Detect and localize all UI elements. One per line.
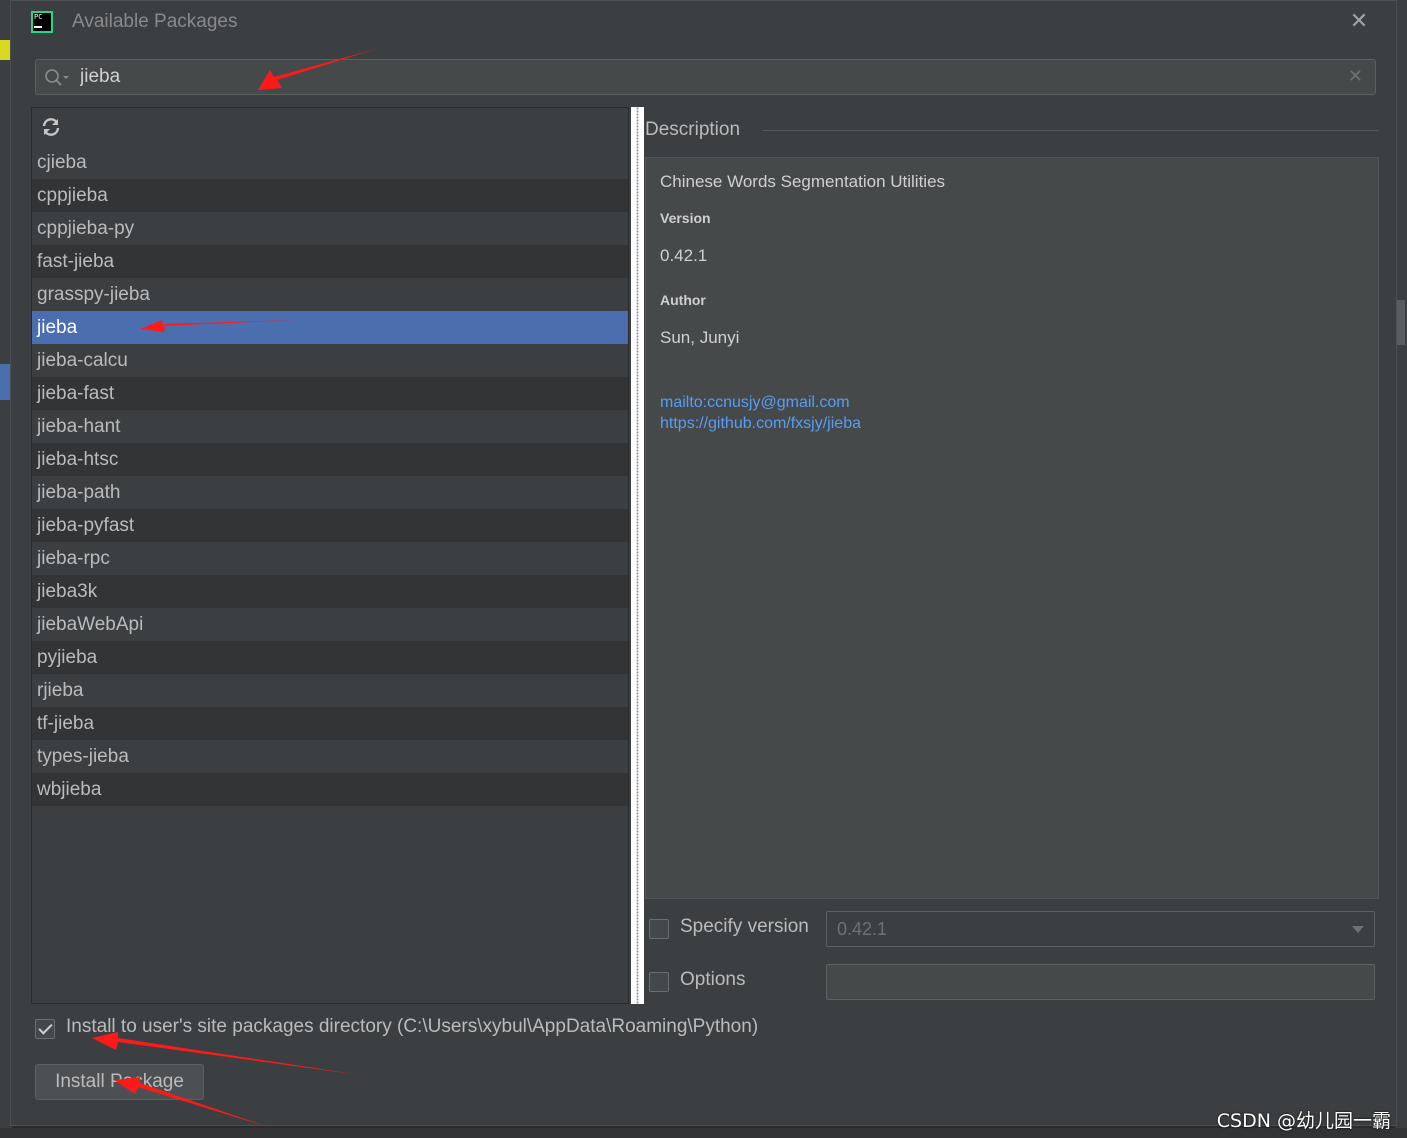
- package-item[interactable]: jieba-rpc: [32, 542, 628, 575]
- package-item[interactable]: jieba-hant: [32, 410, 628, 443]
- options-input[interactable]: [826, 964, 1375, 1000]
- ide-selected-item: [0, 364, 10, 400]
- package-item[interactable]: jieba-pyfast: [32, 509, 628, 542]
- package-item[interactable]: rjieba: [32, 674, 628, 707]
- homepage-link[interactable]: https://github.com/fxsjy/jieba: [660, 413, 1364, 434]
- package-list-panel: cjieba cppjieba cppjieba-py fast-jieba grass…: [31, 107, 629, 1004]
- package-summary: Chinese Words Segmentation Utilities: [660, 172, 946, 191]
- dialog-titlebar: PC Available Packages ✕: [11, 1, 1396, 45]
- package-item[interactable]: fast-jieba: [32, 245, 628, 278]
- csdn-watermark: CSDN @幼儿园一霸: [1216, 1110, 1391, 1132]
- package-links: mailto:ccnusjy@gmail.com https://github.…: [660, 392, 1364, 434]
- package-item[interactable]: types-jieba: [32, 740, 628, 773]
- install-user-checkbox[interactable]: [35, 1019, 55, 1039]
- install-package-label: Install Package: [55, 1071, 184, 1092]
- package-item[interactable]: jieba3k: [32, 575, 628, 608]
- package-item[interactable]: jieba-calcu: [32, 344, 628, 377]
- ide-scrollbar-thumb: [1397, 300, 1405, 345]
- app-icon-text: PC: [34, 13, 43, 21]
- background-ide-statusbar: [0, 1128, 1407, 1138]
- author-heading: Author: [660, 292, 706, 308]
- package-item[interactable]: cppjieba-py: [32, 212, 628, 245]
- author-value: Sun, Junyi: [660, 328, 740, 347]
- install-user-label: Install to user's site packages director…: [66, 1016, 759, 1037]
- available-packages-dialog: PC Available Packages ✕ ✕ cjiebacppjieba…: [10, 0, 1397, 1126]
- package-item[interactable]: jiebaWebApi: [32, 608, 628, 641]
- pycharm-icon: PC: [31, 11, 53, 33]
- chevron-down-icon: [1352, 926, 1364, 933]
- version-dropdown-value: 0.42.1: [837, 919, 888, 939]
- package-item[interactable]: cjieba: [32, 146, 628, 179]
- search-input[interactable]: [80, 63, 1330, 91]
- package-item[interactable]: wbjieba: [32, 773, 628, 806]
- description-label: Description: [645, 119, 741, 140]
- version-heading: Version: [660, 210, 711, 226]
- package-item[interactable]: jieba: [32, 311, 628, 344]
- package-list-toolbar: [32, 108, 628, 146]
- package-list: cjieba cppjieba cppjieba-py fast-jieba grass…: [32, 146, 628, 806]
- package-item[interactable]: pyjieba: [32, 641, 628, 674]
- specify-version-label: Specify version: [680, 916, 809, 937]
- options-checkbox[interactable]: [649, 972, 669, 992]
- dialog-title: Available Packages: [72, 11, 238, 32]
- ide-project-icon: [0, 40, 10, 60]
- version-value: 0.42.1: [660, 246, 708, 265]
- package-item[interactable]: grasspy-jieba: [32, 278, 628, 311]
- refresh-icon[interactable]: [40, 116, 62, 138]
- description-separator: [763, 130, 1379, 131]
- package-item[interactable]: jieba-htsc: [32, 443, 628, 476]
- options-label: Options: [680, 969, 746, 990]
- package-item[interactable]: jieba-fast: [32, 377, 628, 410]
- package-search-field[interactable]: ✕: [35, 59, 1376, 95]
- close-icon[interactable]: ✕: [1346, 9, 1372, 35]
- search-icon[interactable]: [44, 67, 70, 87]
- email-link[interactable]: mailto:ccnusjy@gmail.com: [660, 392, 1364, 413]
- specify-version-checkbox[interactable]: [649, 919, 669, 939]
- package-item[interactable]: tf-jieba: [32, 707, 628, 740]
- package-item[interactable]: cppjieba: [32, 179, 628, 212]
- package-item[interactable]: jieba-path: [32, 476, 628, 509]
- panel-splitter[interactable]: [631, 107, 644, 1004]
- install-package-button[interactable]: Install Package: [35, 1064, 204, 1100]
- clear-search-icon[interactable]: ✕: [1348, 66, 1363, 88]
- description-panel: Chinese Words Segmentation Utilities Ver…: [645, 157, 1379, 899]
- version-dropdown[interactable]: 0.42.1: [826, 911, 1375, 947]
